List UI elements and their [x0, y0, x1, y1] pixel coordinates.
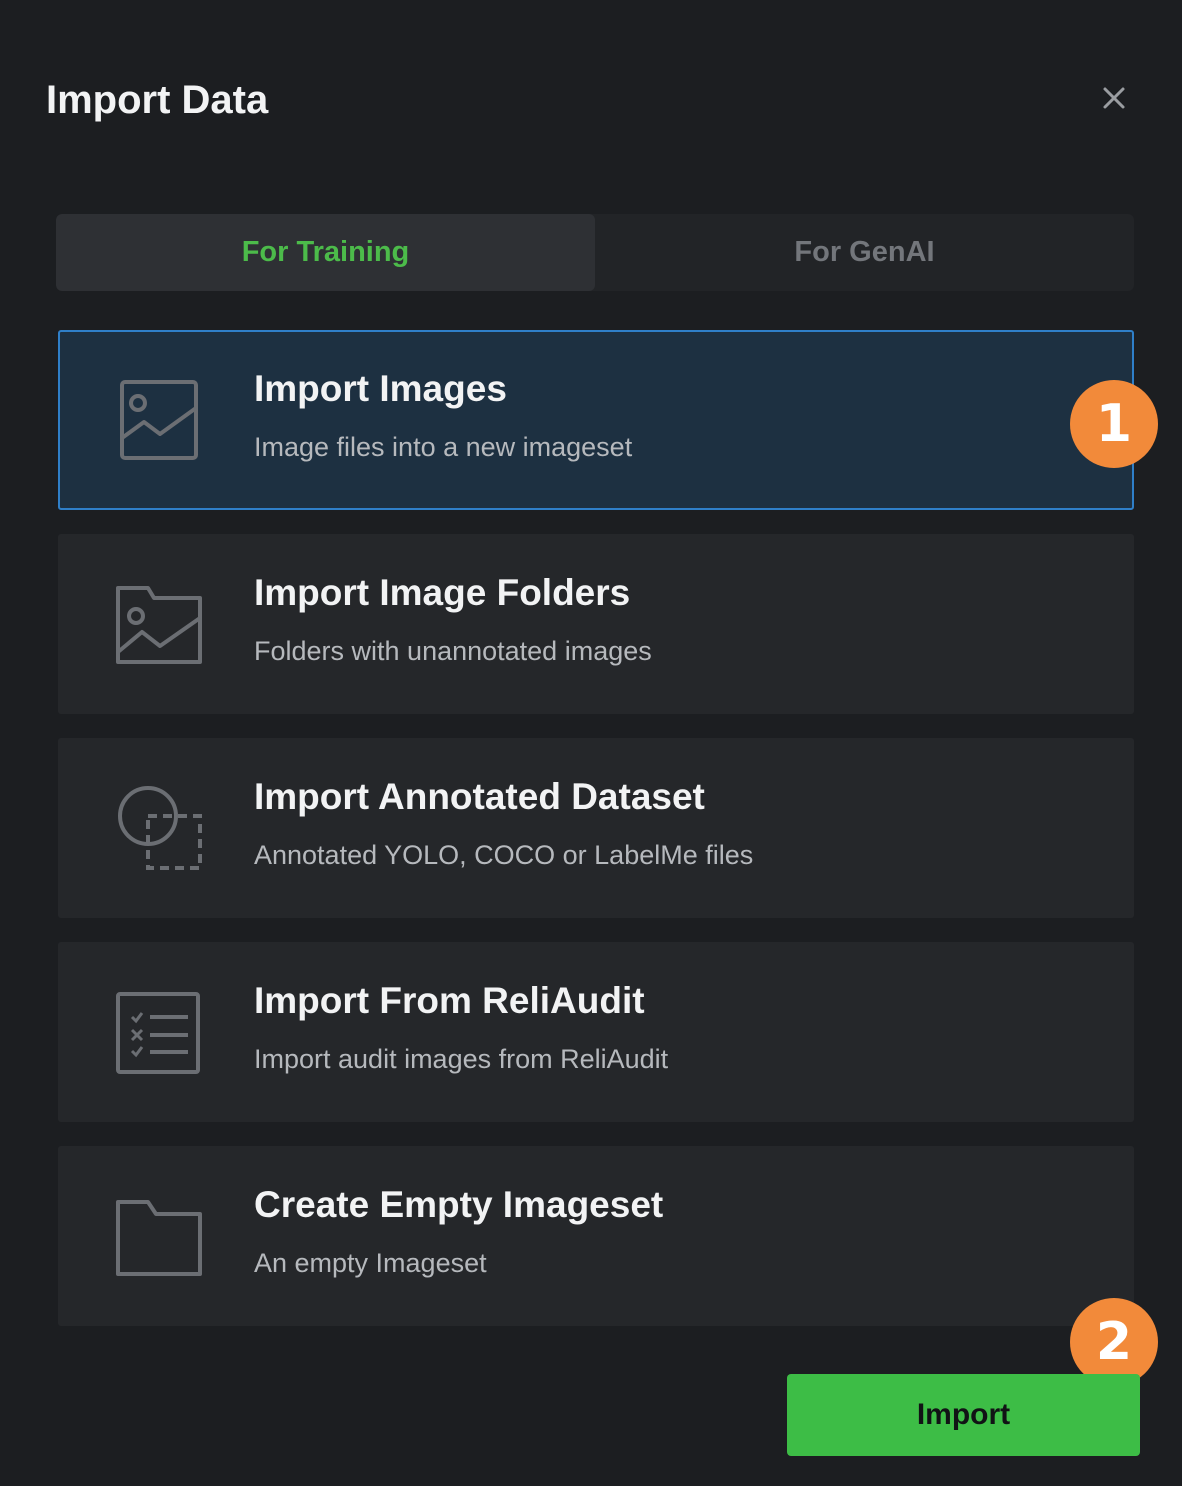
close-icon: [1103, 87, 1125, 109]
step-marker-1: 1: [1070, 380, 1158, 468]
option-import-from-reliaudit[interactable]: Import From ReliAudit Import audit image…: [58, 942, 1134, 1122]
option-title: Import From ReliAudit: [254, 980, 645, 1021]
option-description: Folders with unannotated images: [254, 636, 652, 666]
import-data-dialog: Import Data For Training For GenAI Impor…: [0, 0, 1182, 1486]
tab-for-training[interactable]: For Training: [56, 214, 595, 291]
option-description: Import audit images from ReliAudit: [254, 1044, 669, 1074]
annotation-shapes-icon: [118, 786, 202, 870]
import-type-tabs: For Training For GenAI: [56, 214, 1134, 291]
option-create-empty-imageset[interactable]: Create Empty Imageset An empty Imageset: [58, 1146, 1134, 1326]
option-import-annotated-dataset[interactable]: Import Annotated Dataset Annotated YOLO,…: [58, 738, 1134, 918]
option-import-images[interactable]: Import Images Image files into a new ima…: [58, 330, 1134, 510]
option-description: Annotated YOLO, COCO or LabelMe files: [254, 840, 754, 870]
image-folder-icon: [116, 586, 202, 664]
folder-icon: [116, 1200, 202, 1276]
image-icon: [120, 380, 198, 460]
tab-for-genai[interactable]: For GenAI: [595, 214, 1134, 291]
option-description: An empty Imageset: [254, 1248, 487, 1278]
option-import-image-folders[interactable]: Import Image Folders Folders with unanno…: [58, 534, 1134, 714]
option-title: Create Empty Imageset: [254, 1184, 664, 1225]
step-marker-2: 2: [1070, 1298, 1158, 1386]
option-title: Import Images: [254, 368, 507, 409]
checklist-icon: [116, 992, 200, 1074]
option-description: Image files into a new imageset: [254, 432, 633, 462]
import-button[interactable]: Import: [787, 1374, 1140, 1456]
option-title: Import Annotated Dataset: [254, 776, 705, 817]
option-title: Import Image Folders: [254, 572, 631, 613]
dialog-title: Import Data: [46, 78, 269, 122]
close-button[interactable]: [1094, 78, 1134, 118]
